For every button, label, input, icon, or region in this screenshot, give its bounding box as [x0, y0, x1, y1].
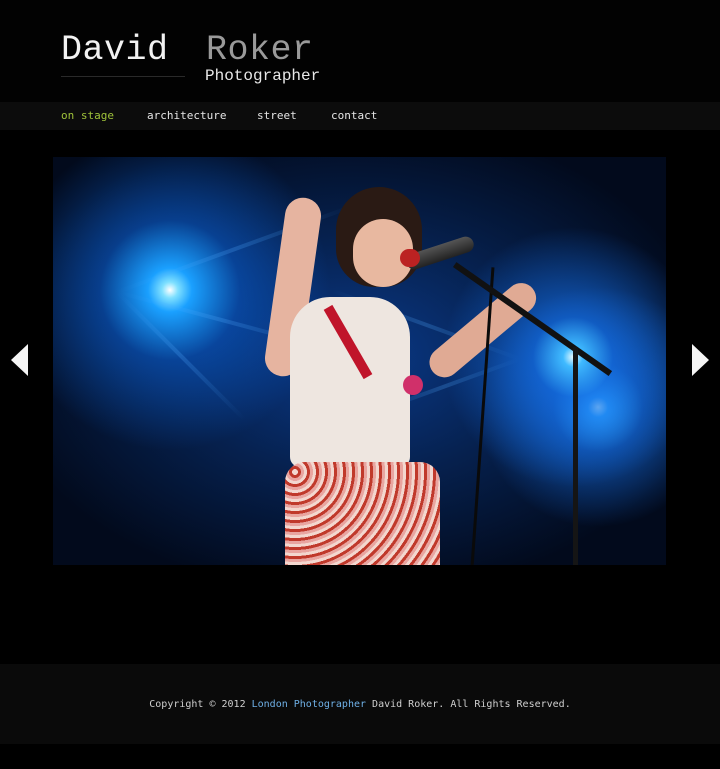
- nav-item-street[interactable]: street: [257, 109, 297, 123]
- site-footer: Copyright © 2012 London Photographer Dav…: [0, 664, 720, 744]
- copyright-prefix: Copyright © 2012: [149, 699, 246, 710]
- logo-tagline: Photographer: [205, 67, 321, 85]
- gallery-photo: [53, 157, 666, 565]
- singer-body: [290, 297, 410, 467]
- logo-first-name[interactable]: David: [61, 30, 169, 70]
- london-photographer-link[interactable]: London Photographer: [252, 699, 366, 710]
- copyright-text: Copyright © 2012 London Photographer Dav…: [0, 699, 720, 711]
- singer-skirt: [285, 462, 440, 565]
- mic-stand-pole: [573, 347, 578, 565]
- microphone-head: [400, 249, 420, 267]
- copyright-suffix: David Roker. All Rights Reserved.: [372, 699, 571, 710]
- arrow-right-icon[interactable]: [692, 344, 709, 376]
- nav-item-architecture[interactable]: architecture: [147, 109, 226, 123]
- nav-item-contact[interactable]: contact: [331, 109, 377, 123]
- nav-item-on-stage[interactable]: on stage: [61, 109, 114, 123]
- logo-divider: [61, 76, 185, 77]
- main-nav: on stage architecture street contact: [0, 102, 720, 130]
- flower-brooch: [403, 375, 423, 395]
- logo-last-name[interactable]: Roker: [206, 30, 314, 70]
- arrow-left-icon[interactable]: [11, 344, 28, 376]
- site-header: David Roker Photographer: [0, 0, 720, 102]
